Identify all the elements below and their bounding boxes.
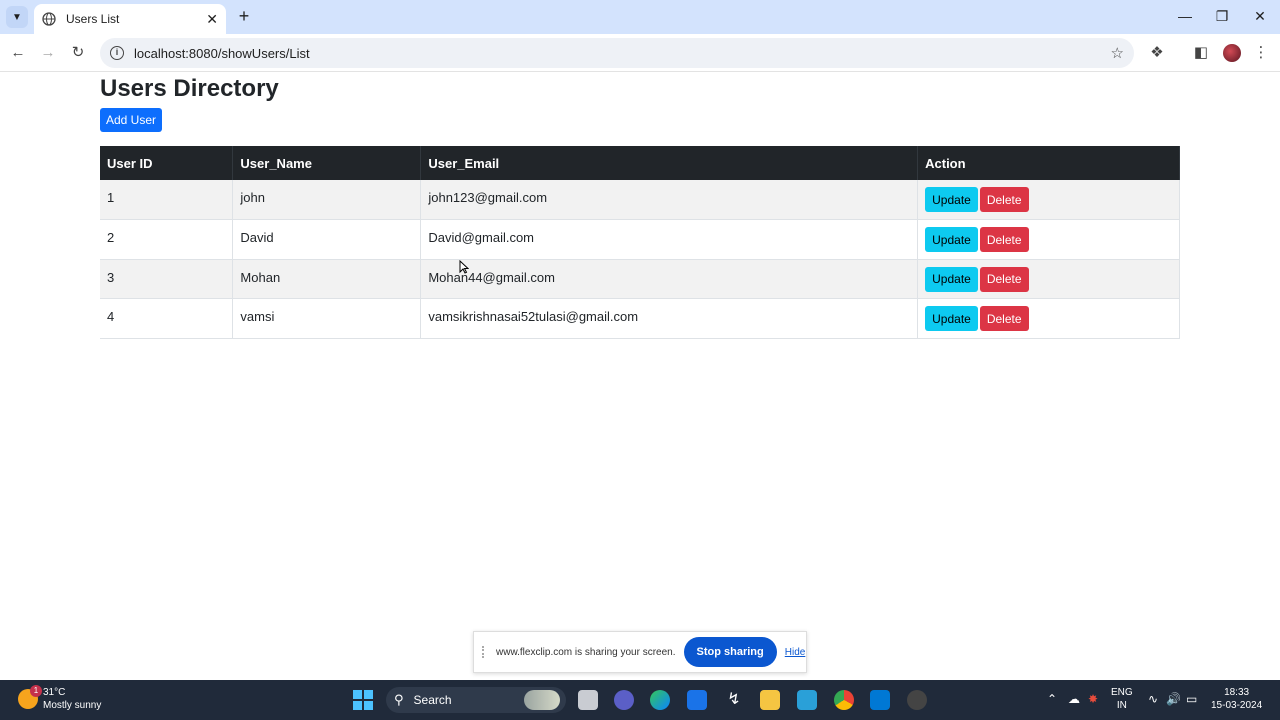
temperature: 31°C [43,687,66,698]
region-code: IN [1116,700,1127,711]
volume-icon[interactable]: 🔊 [1166,692,1181,706]
update-button[interactable]: Update [925,306,978,331]
update-button[interactable]: Update [925,187,978,212]
taskbar-search[interactable]: ⚲ Search [386,687,566,713]
delete-button[interactable]: Delete [979,187,1029,212]
app-tray-icon[interactable]: ✸ [1088,692,1098,706]
cell-user-name: vamsi [232,298,422,339]
weather-widget[interactable]: 1 31°C Mostly sunny [18,685,102,712]
tab-search-button[interactable]: ▼ [6,6,28,28]
cell-user-email: Mohan44@gmail.com [420,259,919,299]
weather-condition: Mostly sunny [43,700,102,711]
extensions-icon[interactable]: ❖ [1147,43,1167,63]
cell-user-id: 4 [100,298,234,339]
table-row: 3 Mohan Mohan44@gmail.com Update Delete [100,259,1180,299]
forward-icon[interactable]: → [38,43,58,63]
remote-desktop-icon[interactable] [797,690,817,710]
search-icon: ⚲ [394,692,404,707]
users-table: User ID User_Name User_Email Action 1 jo… [100,146,1180,339]
table-header-row: User ID User_Name User_Email Action [100,146,1180,180]
windows-start-icon[interactable] [353,690,373,710]
address-bar[interactable]: i localhost:8080/showUsers/List ☆ [100,38,1134,68]
update-button[interactable]: Update [925,266,978,292]
delete-button[interactable]: Delete [979,227,1029,252]
vscode-icon[interactable] [870,690,890,710]
delete-button[interactable]: Delete [979,306,1029,331]
wifi-icon[interactable]: ∿ [1148,692,1158,706]
header-user-id: User ID [100,146,234,180]
bookmark-star-icon[interactable]: ☆ [1111,44,1124,62]
screen-share-bar: www.flexclip.com is sharing your screen.… [473,631,807,673]
search-label: Search [413,693,452,707]
cell-action: Update Delete [917,219,1180,260]
taskbar: 1 31°C Mostly sunny ⚲ Search ↯ ⌃ ☁ ✸ ENG… [0,680,1280,720]
cell-user-name: David [232,219,422,260]
language-code: ENG [1111,687,1133,698]
chevron-up-icon[interactable]: ⌃ [1047,692,1057,706]
edge-icon[interactable] [650,690,670,710]
page-content: Users Directory Add User User ID User_Na… [0,72,1280,680]
header-user-name: User_Name [232,146,422,180]
cell-user-name: john [232,180,422,220]
side-panel-icon[interactable]: ◧ [1191,43,1211,63]
site-info-icon[interactable]: i [110,46,124,60]
browser-toolbar: ← → ↻ i localhost:8080/showUsers/List ☆ … [0,34,1280,72]
new-tab-button[interactable]: + [234,6,254,26]
url-text: localhost:8080/showUsers/List [134,45,310,61]
time: 18:33 [1224,687,1250,698]
chrome-icon[interactable] [834,690,854,710]
battery-icon[interactable]: ▭ [1186,692,1197,706]
table-row: 2 David David@gmail.com Update Delete [100,219,1180,260]
notification-badge: 1 [30,685,42,697]
teams-icon[interactable] [614,690,634,710]
sun-icon: 1 [18,685,42,709]
settings-gear-icon[interactable] [907,690,927,710]
cell-user-email: john123@gmail.com [420,180,919,220]
cell-user-id: 1 [100,180,234,220]
table-row: 1 john john123@gmail.com Update Delete [100,180,1180,220]
search-highlight-icon [524,690,560,710]
table-row: 4 vamsi vamsikrishnasai52tulasi@gmail.co… [100,298,1180,339]
mail-icon[interactable] [687,690,707,710]
stop-sharing-button[interactable]: Stop sharing [683,637,777,667]
menu-kebab-icon[interactable]: ⋮ [1251,43,1271,63]
back-icon[interactable]: ← [8,43,28,63]
mouse-cursor-icon [459,260,469,274]
share-message: www.flexclip.com is sharing your screen. [496,646,676,658]
chevron-down-icon: ▼ [12,11,22,23]
drag-handle-icon[interactable] [482,646,488,658]
header-action: Action [917,146,1180,180]
cell-user-email: David@gmail.com [420,219,919,260]
app-bolt-icon[interactable]: ↯ [724,690,744,710]
cell-action: Update Delete [917,180,1180,220]
restore-icon[interactable]: ❐ [1207,6,1237,26]
task-view-icon[interactable] [578,690,598,710]
cloud-icon[interactable]: ☁ [1068,692,1080,706]
cell-action: Update Delete [917,259,1180,299]
file-explorer-icon[interactable] [760,690,780,710]
hide-link[interactable]: Hide [785,647,806,658]
cell-user-id: 2 [100,219,234,260]
globe-icon [42,12,56,26]
browser-tab[interactable]: Users List ✕ [34,4,226,34]
cell-user-id: 3 [100,259,234,299]
date: 15-03-2024 [1211,700,1263,711]
delete-button[interactable]: Delete [979,266,1029,292]
cell-user-name: Mohan [232,259,422,299]
update-button[interactable]: Update [925,227,978,252]
language-indicator[interactable]: ENG IN [1111,686,1133,712]
tab-title: Users List [66,12,120,26]
close-window-icon[interactable]: ✕ [1245,6,1275,26]
page-title: Users Directory [100,75,279,102]
tab-strip: ▼ Users List ✕ + — ❐ ✕ [0,0,1280,34]
header-user-email: User_Email [420,146,919,180]
reload-icon[interactable]: ↻ [68,43,88,63]
add-user-button[interactable]: Add User [100,108,162,132]
cell-action: Update Delete [917,298,1180,339]
minimize-icon[interactable]: — [1170,6,1200,26]
profile-avatar[interactable] [1223,44,1241,62]
close-tab-icon[interactable]: ✕ [206,11,218,28]
clock[interactable]: 18:33 15-03-2024 [1211,686,1262,712]
cell-user-email: vamsikrishnasai52tulasi@gmail.com [420,298,919,339]
